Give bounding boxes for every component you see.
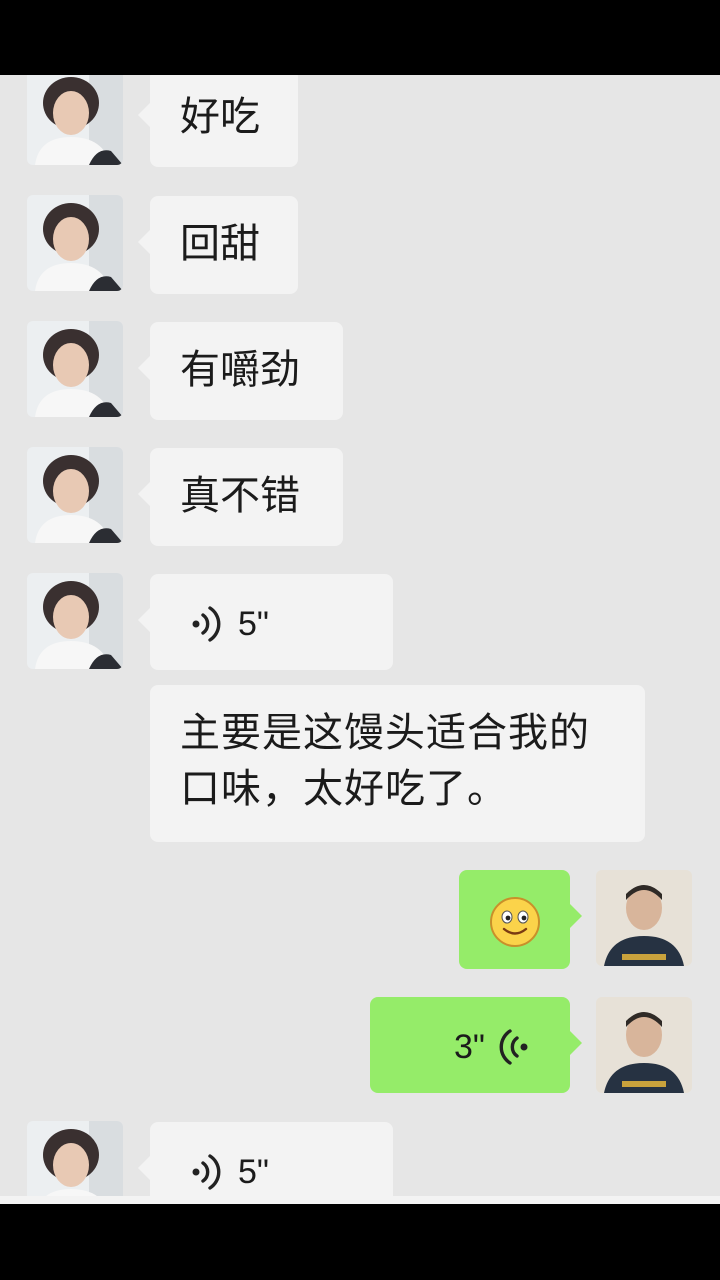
contact-avatar[interactable]	[27, 321, 123, 417]
bottom-letterbox	[0, 1204, 720, 1280]
user-avatar[interactable]	[596, 870, 692, 966]
message-bubble-incoming[interactable]: 真不错	[138, 448, 343, 546]
voice-message-outgoing[interactable]: 3"	[370, 997, 582, 1093]
user-avatar[interactable]	[596, 997, 692, 1093]
message-bubble-incoming[interactable]: 有嚼劲	[138, 322, 343, 420]
voice-duration: 5"	[238, 605, 269, 643]
message-bubble-incoming[interactable]: 回甜	[138, 196, 298, 294]
message-text: 回甜	[180, 221, 260, 267]
smiley-emoji-icon	[490, 897, 540, 947]
chat-bottom-edge	[0, 1196, 720, 1204]
contact-avatar[interactable]	[27, 1121, 123, 1204]
contact-avatar[interactable]	[27, 573, 123, 669]
voice-message-incoming[interactable]: 5"	[138, 1122, 393, 1204]
contact-avatar[interactable]	[27, 75, 123, 165]
message-text: 有嚼劲	[180, 347, 300, 393]
message-text: 真不错	[180, 473, 300, 519]
message-text: 主要是这馒头适合我的口味，太好吃了。	[180, 710, 590, 812]
message-text: 好吃	[180, 94, 260, 140]
voice-wave-icon	[192, 606, 221, 642]
voice-wave-icon	[192, 1154, 221, 1190]
voice-wave-icon	[499, 1029, 528, 1065]
message-bubble-incoming[interactable]: 好吃	[138, 75, 298, 167]
voice-duration: 3"	[454, 1028, 485, 1066]
message-bubble-outgoing[interactable]	[459, 870, 582, 969]
voice-duration: 5"	[238, 1153, 269, 1191]
chat-area[interactable]: 好吃 回甜 有嚼劲 真不错 5" 主要是这馒头适合我的口味，太好吃了。 3" 5…	[0, 75, 720, 1204]
contact-avatar[interactable]	[27, 195, 123, 291]
message-bubble-incoming[interactable]: 主要是这馒头适合我的口味，太好吃了。	[150, 685, 645, 842]
voice-message-incoming[interactable]: 5"	[138, 574, 393, 670]
contact-avatar[interactable]	[27, 447, 123, 543]
top-letterbox	[0, 0, 720, 75]
